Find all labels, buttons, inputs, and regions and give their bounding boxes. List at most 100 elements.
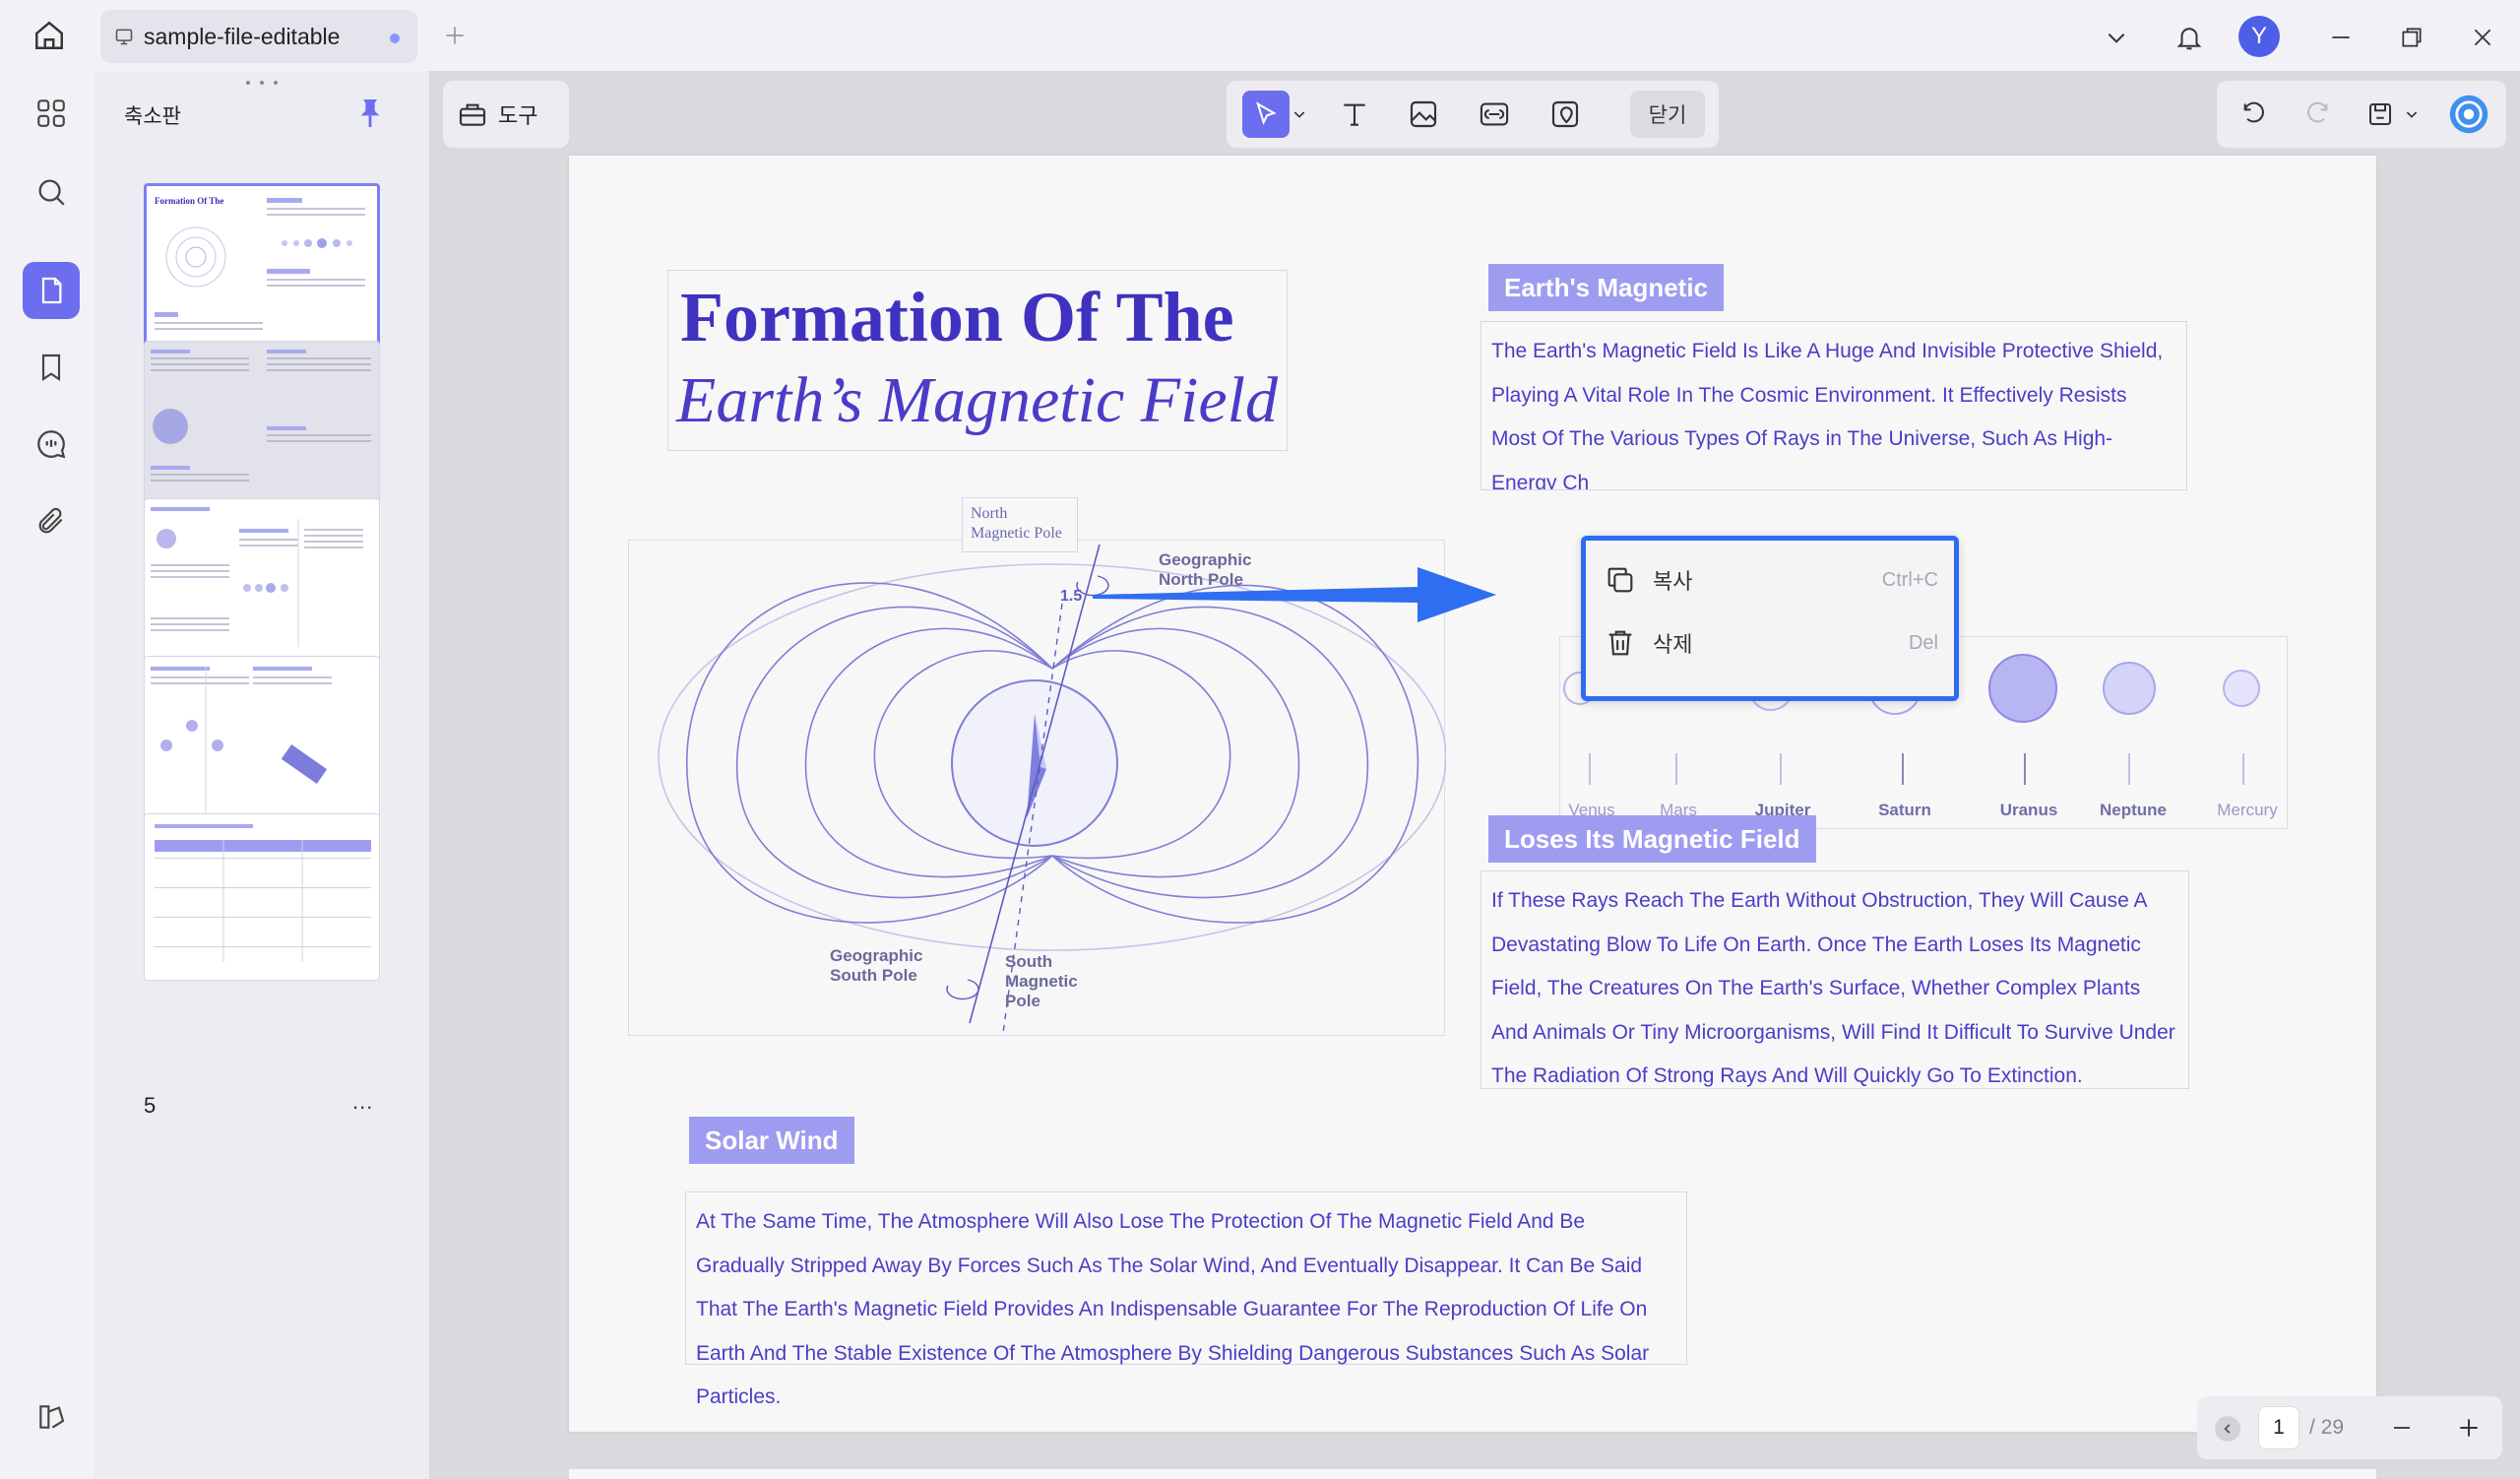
save-dropdown[interactable] <box>2400 91 2424 138</box>
restore-icon <box>2402 28 2422 47</box>
chevron-left-icon <box>2224 1424 2231 1434</box>
save-button[interactable] <box>2357 91 2404 138</box>
section-tag-loses-magnetic-field[interactable]: Loses Its Magnetic Field <box>1488 815 1816 863</box>
page-title-line1: Formation Of The <box>680 278 1234 356</box>
close-window-button[interactable] <box>2463 18 2502 57</box>
comments-button[interactable] <box>23 416 80 473</box>
section-text-earths-magnetic[interactable]: The Earth's Magnetic Field Is Like A Hug… <box>1480 321 2187 490</box>
new-tab-button[interactable] <box>437 18 472 53</box>
redo-button[interactable] <box>2294 91 2341 138</box>
unsaved-indicator <box>390 33 400 43</box>
tab-list-button[interactable] <box>2097 18 2136 57</box>
layers-button[interactable] <box>23 1388 80 1446</box>
south-magnetic-pole-line1: South <box>1005 952 1053 971</box>
chevron-down-icon <box>2108 33 2125 43</box>
planet-label: Saturn <box>1878 801 1931 819</box>
thumb-content <box>151 507 363 647</box>
document-area: 도구 닫기 Formation Of The Earth’s Magnetic … <box>429 71 2520 1479</box>
angle-label: 1.5 <box>1060 588 1083 605</box>
page-thumbnail-1[interactable]: Formation Of The <box>144 183 380 351</box>
thumbnails-button[interactable] <box>23 262 80 319</box>
home-button[interactable] <box>28 16 71 55</box>
apps-button[interactable] <box>23 85 80 142</box>
chevron-down-icon <box>2406 111 2418 118</box>
document-tab[interactable]: sample-file-editable <box>100 10 417 63</box>
thumbnails-panel: 축소판 Formation Of The 1 ... 2 ... <box>94 71 429 1479</box>
ai-assistant-button[interactable] <box>2445 91 2492 138</box>
page-icon <box>41 277 62 304</box>
restore-button[interactable] <box>2392 18 2431 57</box>
tools-button[interactable]: 도구 <box>443 81 569 148</box>
next-page-edge <box>569 1469 2376 1479</box>
user-avatar[interactable]: Y <box>2238 16 2280 57</box>
planet-label: Uranus <box>1999 801 2058 819</box>
zoom-in-button[interactable] <box>2445 1404 2492 1451</box>
select-tool-button[interactable] <box>1242 91 1290 138</box>
copy-label: 복사 <box>1653 569 1693 594</box>
bookmarks-button[interactable] <box>23 339 80 396</box>
previous-page-button[interactable] <box>2215 1416 2240 1442</box>
save-icon <box>2369 103 2391 125</box>
pin-panel-button[interactable] <box>356 96 384 135</box>
left-rail <box>10 71 94 1479</box>
section-text-loses-magnetic-field[interactable]: If These Rays Reach The Earth Without Ob… <box>1480 870 2189 1089</box>
page-thumbnail-2[interactable] <box>144 341 380 508</box>
page-thumbnail-4[interactable] <box>144 656 380 823</box>
south-magnetic-pole-label: South Magnetic Pole <box>1005 952 1078 1011</box>
image-icon <box>1410 100 1437 128</box>
zoom-out-button[interactable] <box>2378 1404 2426 1451</box>
ai-assistant-icon <box>2449 95 2488 134</box>
undo-icon <box>2243 101 2264 123</box>
context-menu: 복사 Ctrl+C 삭제 Del <box>1581 536 1959 701</box>
resize-grip-icon[interactable] <box>242 79 282 87</box>
context-menu-delete[interactable]: 삭제 Del <box>1604 615 1938 671</box>
select-tool-dropdown[interactable] <box>1288 91 1311 138</box>
minimize-icon <box>2332 36 2350 38</box>
redo-icon <box>2307 101 2328 123</box>
close-edit-button[interactable]: 닫기 <box>1630 91 1705 138</box>
thumb-content <box>155 824 371 962</box>
section-text-solar-wind[interactable]: At The Same Time, The Atmosphere Will Al… <box>685 1191 1687 1408</box>
arrow-annotation[interactable] <box>1093 561 1496 630</box>
link-tool-button[interactable] <box>1471 91 1518 138</box>
thumbnail-page-number: 5 <box>144 1093 157 1118</box>
notifications-button[interactable] <box>2170 18 2209 57</box>
close-icon <box>2474 29 2491 46</box>
thumb-content <box>151 667 332 814</box>
chevron-down-icon <box>1293 111 1305 118</box>
planet-label: Neptune <box>2100 801 2167 819</box>
grid-icon <box>37 99 65 127</box>
image-tool-button[interactable] <box>1400 91 1447 138</box>
tools-label: 도구 <box>498 103 538 128</box>
search-button[interactable] <box>23 163 80 221</box>
title-text-box[interactable]: Formation Of The Earth’s Magnetic Field <box>667 270 1288 451</box>
plus-icon <box>446 27 464 44</box>
page-thumbnail-3[interactable] <box>144 498 380 666</box>
north-magnetic-pole-label-line1: North <box>971 505 1008 522</box>
bookmark-icon <box>41 354 61 381</box>
attachments-button[interactable] <box>23 492 80 549</box>
section-tag-earths-magnetic[interactable]: Earth's Magnetic <box>1488 264 1725 311</box>
page-thumbnail-5[interactable] <box>144 813 380 981</box>
north-magnetic-pole-label[interactable]: North Magnetic Pole <box>962 497 1078 552</box>
page-title-line2: Earth’s Magnetic Field <box>676 364 1279 436</box>
geographic-south-pole-label: Geographic South Pole <box>830 946 922 986</box>
south-magnetic-pole-line3: Pole <box>1005 992 1040 1010</box>
planet-label: Mercury <box>2217 801 2278 819</box>
section-tag-solar-wind[interactable]: Solar Wind <box>689 1117 854 1164</box>
context-menu-copy[interactable]: 복사 Ctrl+C <box>1604 552 1938 608</box>
trash-icon <box>1608 630 1632 656</box>
undo-button[interactable] <box>2231 91 2278 138</box>
south-magnetic-pole-line2: Magnetic <box>1005 972 1078 991</box>
link-icon <box>1480 102 1509 126</box>
cursor-icon <box>1256 101 1277 125</box>
north-magnetic-pole-label-line2: Magnetic Pole <box>971 525 1062 542</box>
document-page: Formation Of The Earth’s Magnetic Field … <box>569 156 2376 1432</box>
thumb-content <box>151 350 371 482</box>
location-tool-button[interactable] <box>1542 91 1589 138</box>
layers-icon <box>39 1405 65 1429</box>
page-number-input[interactable]: 1 <box>2258 1406 2300 1449</box>
thumbnail-more-button[interactable]: ... <box>352 1089 373 1115</box>
text-tool-button[interactable] <box>1331 91 1378 138</box>
minimize-button[interactable] <box>2321 18 2361 57</box>
